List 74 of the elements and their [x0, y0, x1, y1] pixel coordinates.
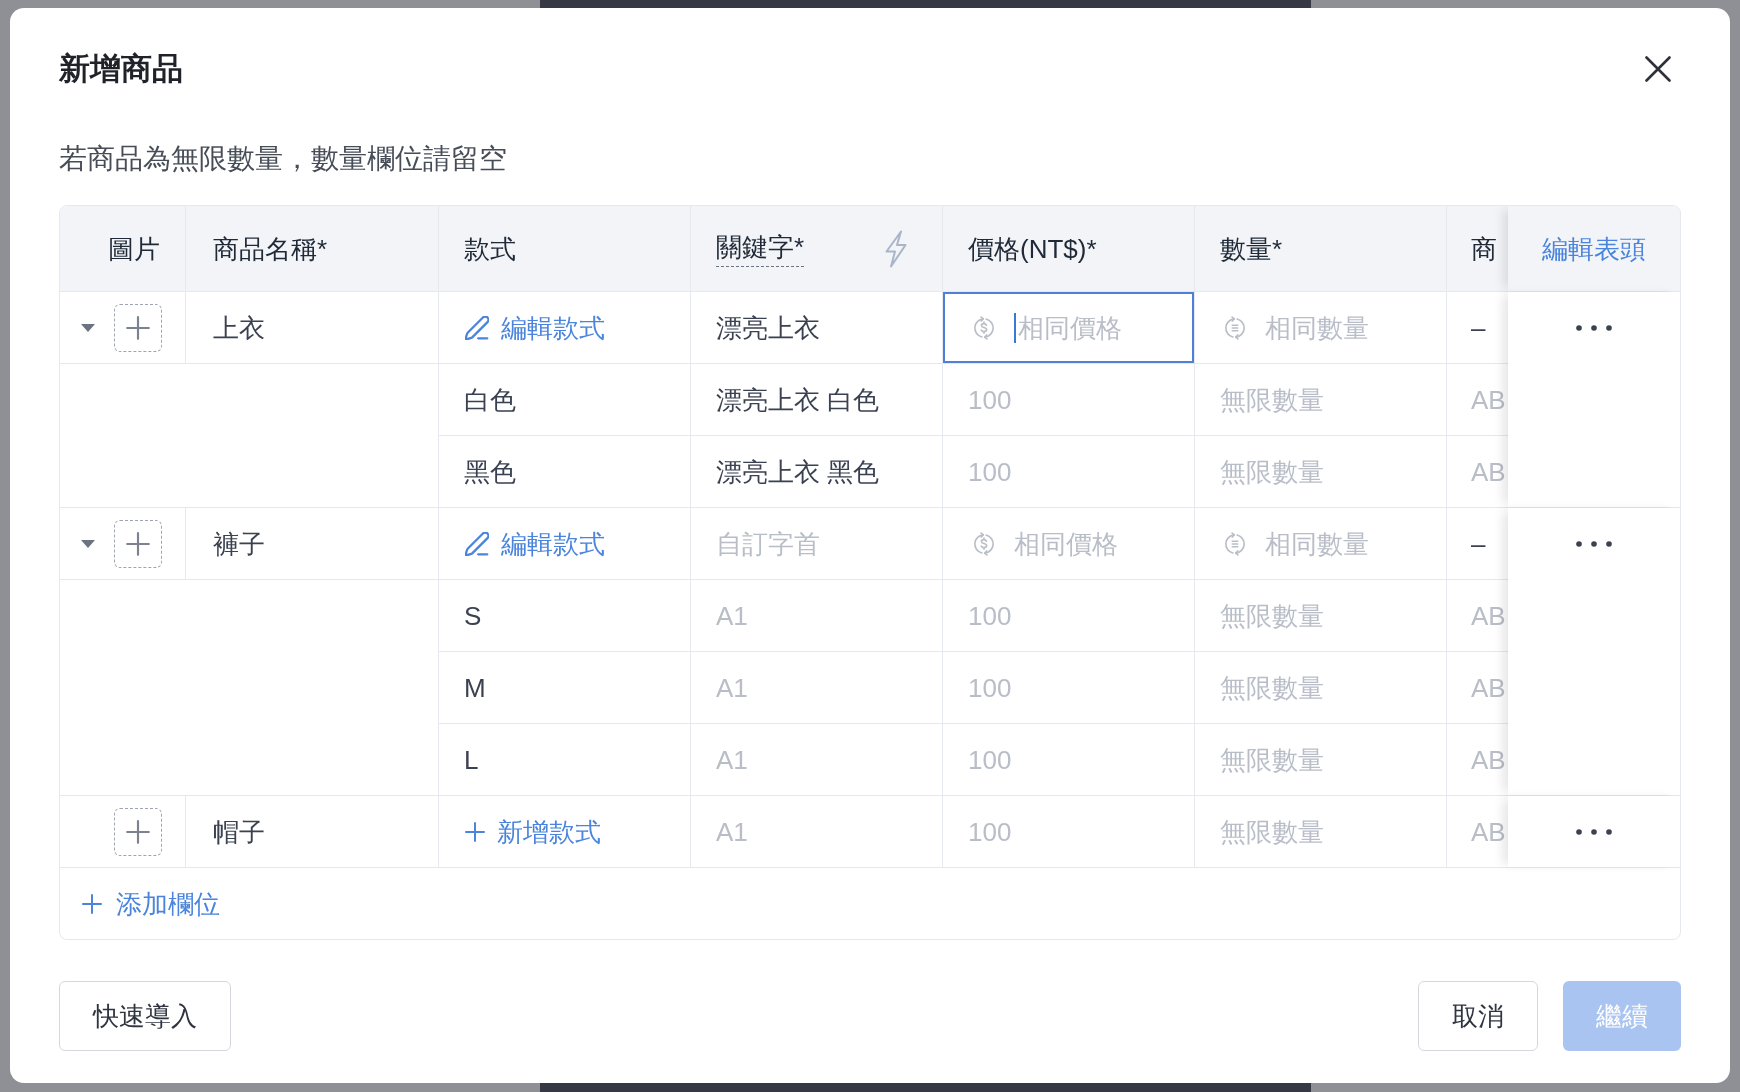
- dialog-hint: 若商品為無限數量，數量欄位請留空: [59, 142, 507, 176]
- product-name-field[interactable]: 上衣: [186, 292, 438, 363]
- edit-header-link[interactable]: 編輯表頭: [1542, 231, 1646, 266]
- plus-icon: [126, 531, 150, 556]
- truncated-column-field[interactable]: AB: [1447, 796, 1508, 867]
- quantity-field[interactable]: 相同數量: [1195, 508, 1447, 579]
- add-style-link[interactable]: 新增款式: [465, 814, 601, 849]
- truncated-column-field[interactable]: AB: [1447, 724, 1508, 795]
- add-image-button[interactable]: [114, 807, 162, 856]
- quantity-field[interactable]: 無限數量: [1195, 652, 1447, 723]
- column-header: 商: [1470, 232, 1498, 266]
- price-field[interactable]: 相同價格: [943, 508, 1195, 579]
- price-field[interactable]: 100: [943, 724, 1195, 795]
- price-field[interactable]: 100: [943, 652, 1195, 723]
- price-field[interactable]: 100: [943, 436, 1195, 507]
- keyword-field[interactable]: A1: [691, 580, 943, 651]
- truncated-column-field[interactable]: –: [1447, 508, 1508, 579]
- column-header: 款式: [439, 206, 691, 291]
- keyword-field[interactable]: 自訂字首: [691, 508, 943, 579]
- quantity-field[interactable]: 相同數量: [1195, 292, 1447, 363]
- price-field[interactable]: 100: [943, 580, 1195, 651]
- text-cursor: [1014, 312, 1016, 343]
- keyword-field[interactable]: A1: [691, 652, 943, 723]
- dialog-title: 新增商品: [59, 50, 183, 88]
- edit-style-link[interactable]: 編輯款式: [465, 310, 605, 345]
- style-name-field[interactable]: S: [439, 580, 691, 651]
- truncated-column-field[interactable]: –: [1447, 292, 1508, 363]
- keyword-field[interactable]: 漂亮上衣 白色: [691, 364, 943, 435]
- product-name-field[interactable]: 帽子: [186, 796, 438, 867]
- column-header: 價格(NT$)*: [943, 206, 1195, 291]
- price-field[interactable]: 相同價格: [943, 292, 1195, 363]
- more-icon[interactable]: [1576, 540, 1612, 547]
- plus-icon: [465, 821, 485, 842]
- close-icon: [1645, 56, 1671, 82]
- add-image-button[interactable]: [114, 303, 162, 352]
- style-name-field[interactable]: 白色: [439, 364, 691, 435]
- edit-style-link[interactable]: 編輯款式: [465, 526, 605, 561]
- quantity-field[interactable]: 無限數量: [1195, 580, 1447, 651]
- add-image-button[interactable]: [114, 519, 162, 568]
- column-header: 圖片: [60, 206, 186, 291]
- quantity-field[interactable]: 無限數量: [1195, 436, 1447, 507]
- caret-down-icon[interactable]: [81, 539, 95, 548]
- column-header: 商品名稱*: [186, 206, 439, 291]
- style-name-field[interactable]: 黑色: [439, 436, 691, 507]
- price-field[interactable]: 100: [943, 364, 1195, 435]
- style-name-field[interactable]: M: [439, 652, 691, 723]
- more-icon[interactable]: [1576, 324, 1612, 331]
- quantity-field[interactable]: 無限數量: [1195, 364, 1447, 435]
- plus-icon: [126, 819, 150, 844]
- truncated-column-field[interactable]: AB: [1447, 652, 1508, 723]
- close-button[interactable]: [1645, 56, 1671, 82]
- keyword-field[interactable]: A1: [691, 724, 943, 795]
- column-header: 數量*: [1195, 206, 1447, 291]
- pencil-icon: [465, 315, 489, 340]
- plus-icon: [82, 893, 102, 914]
- style-name-field[interactable]: L: [439, 724, 691, 795]
- truncated-column-field[interactable]: AB: [1447, 436, 1508, 507]
- footer-button[interactable]: 快速導入: [59, 981, 231, 1051]
- column-header[interactable]: 關鍵字*: [716, 230, 805, 267]
- price-field[interactable]: 100: [943, 796, 1195, 867]
- add-field-link[interactable]: 添加欄位: [82, 886, 220, 921]
- footer-button[interactable]: 取消: [1418, 981, 1538, 1051]
- truncated-column-field[interactable]: AB: [1447, 364, 1508, 435]
- product-name-field[interactable]: 褲子: [186, 508, 438, 579]
- quantity-field[interactable]: 無限數量: [1195, 724, 1447, 795]
- caret-down-icon[interactable]: [81, 323, 95, 332]
- plus-icon: [126, 315, 150, 340]
- quantity-field[interactable]: 無限數量: [1195, 796, 1447, 867]
- keyword-field[interactable]: A1: [691, 796, 943, 867]
- keyword-field[interactable]: 漂亮上衣 黑色: [691, 436, 943, 507]
- pencil-icon: [465, 531, 489, 556]
- truncated-column-field[interactable]: AB: [1447, 580, 1508, 651]
- keyword-field[interactable]: 漂亮上衣: [691, 292, 943, 363]
- more-icon[interactable]: [1576, 828, 1612, 835]
